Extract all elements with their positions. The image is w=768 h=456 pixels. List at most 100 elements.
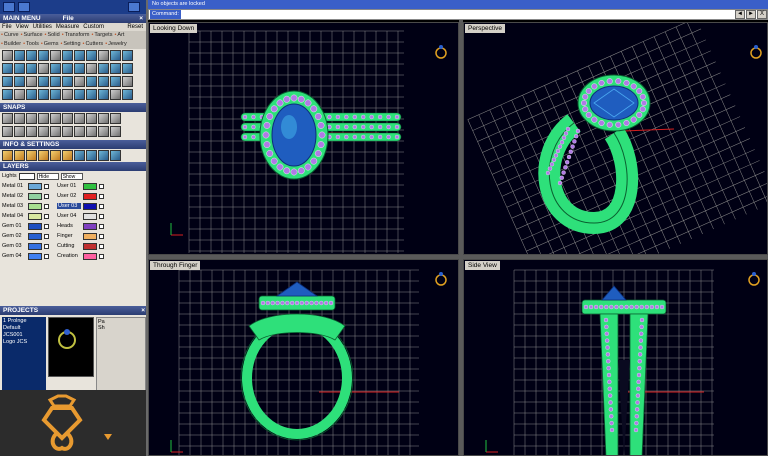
info-icon[interactable] (86, 150, 97, 161)
clear-button[interactable]: X (757, 10, 767, 19)
tab[interactable]: Cutters (83, 40, 103, 49)
tool-icon[interactable] (2, 89, 13, 100)
layer-checkbox[interactable] (99, 243, 104, 249)
layer-name[interactable]: Creation (57, 253, 81, 259)
projects-list[interactable]: 1 Prolnge Default JCS001 Logo JCS (2, 317, 46, 395)
layer-name[interactable]: Finger (57, 233, 81, 239)
layer-name[interactable]: Metal 04 (2, 213, 26, 219)
layer-color-swatch[interactable] (83, 232, 97, 240)
tool-icon[interactable] (50, 63, 61, 74)
app-button-2[interactable] (18, 2, 30, 12)
info-icon[interactable] (74, 150, 85, 161)
viewport-side-view[interactable]: Side View (463, 259, 768, 456)
snap-icon[interactable] (98, 126, 109, 137)
tab[interactable]: Solid (45, 31, 59, 40)
menu-item[interactable]: View (16, 23, 29, 31)
layer-color-swatch[interactable] (83, 242, 97, 250)
tool-icon[interactable] (110, 89, 121, 100)
tab[interactable]: Surface (21, 31, 43, 40)
info-icon[interactable] (98, 150, 109, 161)
layer-checkbox[interactable] (99, 213, 104, 219)
info-icon[interactable] (110, 150, 121, 161)
project-item[interactable]: Logo JCS (3, 339, 45, 346)
snap-icon[interactable] (26, 126, 37, 137)
close-icon[interactable]: × (139, 14, 143, 23)
ring-view-icon[interactable] (748, 274, 760, 286)
layer-name[interactable]: Heads (57, 223, 81, 229)
tool-icon[interactable] (122, 63, 133, 74)
tab[interactable]: Gems (41, 40, 59, 49)
menu-item[interactable]: Reset (127, 23, 143, 31)
info-icon[interactable] (50, 150, 61, 161)
layer-name[interactable]: Gem 01 (2, 223, 26, 229)
snap-icon[interactable] (2, 113, 13, 124)
layer-checkbox[interactable] (44, 243, 49, 249)
layer-color-swatch[interactable] (28, 242, 42, 250)
close-icon[interactable]: × (141, 306, 145, 315)
layer-color-swatch[interactable] (83, 222, 97, 230)
tab[interactable]: Curve (1, 31, 19, 40)
layer-name[interactable]: User 01 (57, 183, 81, 189)
tool-icon[interactable] (110, 63, 121, 74)
layer-checkbox[interactable] (99, 203, 104, 209)
layer-color-swatch[interactable] (28, 222, 42, 230)
layer-checkbox[interactable] (44, 193, 49, 199)
ring-view-icon[interactable] (435, 274, 447, 286)
tool-icon[interactable] (50, 50, 61, 61)
layer-checkbox[interactable] (44, 223, 49, 229)
layer-color-swatch[interactable] (83, 202, 97, 210)
tool-icon[interactable] (86, 63, 97, 74)
tab[interactable]: Jewelry (105, 40, 127, 49)
tool-icon[interactable] (62, 50, 73, 61)
layer-name[interactable]: Metal 02 (2, 193, 26, 199)
tool-icon[interactable] (14, 63, 25, 74)
tool-icon[interactable] (38, 76, 49, 87)
tool-icon[interactable] (110, 50, 121, 61)
menu-item[interactable]: Utilities (33, 23, 52, 31)
tool-icon[interactable] (26, 76, 37, 87)
viewport-divider-horizontal[interactable] (148, 255, 768, 259)
project-item[interactable]: Default (3, 325, 45, 332)
tool-icon[interactable] (122, 50, 133, 61)
tool-icon[interactable] (74, 50, 85, 61)
layer-color-swatch[interactable] (28, 252, 42, 260)
layer-name[interactable]: Cutting (57, 243, 81, 249)
snap-icon[interactable] (2, 126, 13, 137)
snap-icon[interactable] (14, 126, 25, 137)
layer-name[interactable]: Metal 03 (2, 203, 26, 209)
layer-name[interactable]: User 03 (57, 203, 81, 209)
layer-checkbox[interactable] (44, 253, 49, 259)
info-icon[interactable] (2, 150, 13, 161)
ring-view-icon[interactable] (435, 47, 447, 59)
snap-icon[interactable] (62, 113, 73, 124)
tab[interactable]: Builder (1, 40, 21, 49)
info-icon[interactable] (14, 150, 25, 161)
snap-icon[interactable] (26, 113, 37, 124)
viewport-perspective[interactable]: Perspective (463, 22, 768, 255)
tool-icon[interactable] (62, 76, 73, 87)
tool-icon[interactable] (62, 63, 73, 74)
layer-color-swatch[interactable] (83, 212, 97, 220)
show-dropdown[interactable]: Show (60, 172, 83, 180)
snap-icon[interactable] (86, 126, 97, 137)
layer-name[interactable]: User 02 (57, 193, 81, 199)
layer-name[interactable]: Gem 04 (2, 253, 26, 259)
layer-name[interactable]: Metal 01 (2, 183, 26, 189)
menu-item[interactable]: Custom (83, 23, 104, 31)
viewport-divider-vertical[interactable] (459, 20, 463, 456)
tool-icon[interactable] (74, 63, 85, 74)
layer-color-swatch[interactable] (28, 202, 42, 210)
app-button-1[interactable] (3, 2, 15, 12)
tab[interactable]: Transform (62, 31, 90, 40)
tool-icon[interactable] (50, 89, 61, 100)
tool-icon[interactable] (2, 76, 13, 87)
layer-checkbox[interactable] (44, 233, 49, 239)
viewport-looking-down[interactable]: Looking Down (148, 22, 459, 255)
snap-icon[interactable] (62, 126, 73, 137)
layer-name[interactable]: Gem 03 (2, 243, 26, 249)
tool-icon[interactable] (86, 89, 97, 100)
tool-icon[interactable] (98, 76, 109, 87)
tool-icon[interactable] (14, 89, 25, 100)
layer-checkbox[interactable] (99, 253, 104, 259)
layer-color-swatch[interactable] (83, 192, 97, 200)
